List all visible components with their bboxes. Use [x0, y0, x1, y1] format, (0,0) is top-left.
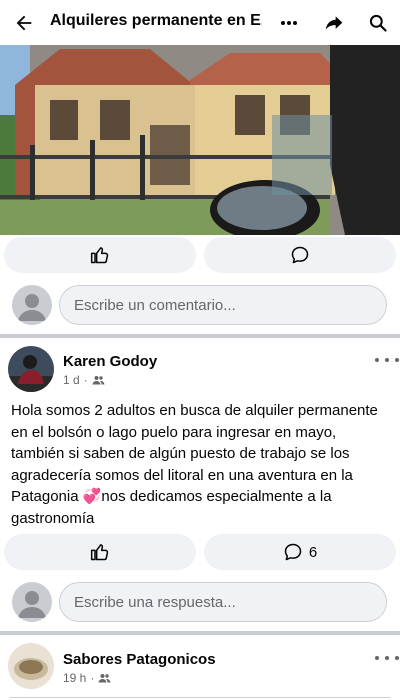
group-audience-icon: [98, 674, 111, 683]
page-avatar[interactable]: [8, 643, 54, 689]
post-photo[interactable]: [0, 45, 400, 235]
share-icon: [325, 15, 343, 30]
thumbs-up-icon: [90, 247, 109, 264]
section-divider: [0, 334, 400, 338]
post-meta: 1 d ·: [63, 373, 105, 387]
more-dot-icon: [395, 358, 399, 362]
user-avatar[interactable]: [12, 285, 52, 325]
more-dot-icon: [395, 656, 399, 660]
more-options-button[interactable]: [276, 0, 302, 45]
author-name[interactable]: Karen Godoy: [63, 353, 157, 370]
like-button[interactable]: [4, 534, 196, 570]
comment-button[interactable]: [204, 237, 396, 273]
person-icon: [18, 294, 46, 321]
speech-bubble-icon: [291, 246, 309, 264]
page-name[interactable]: Sabores Patagonicos: [63, 651, 216, 668]
author-avatar[interactable]: [8, 346, 54, 392]
post-more-button[interactable]: [375, 652, 399, 664]
author-photo: [8, 346, 54, 392]
page-title: Alquileres permanente en E...: [50, 12, 262, 29]
post-meta: 19 h ·: [63, 671, 111, 685]
like-button[interactable]: [4, 237, 196, 273]
person-icon: [18, 591, 46, 618]
user-avatar[interactable]: [12, 582, 52, 622]
meta-separator: ·: [90, 671, 95, 685]
top-bar: Alquileres permanente en E...: [0, 0, 400, 45]
group-audience-icon: [92, 376, 105, 385]
search-icon: [369, 14, 387, 32]
more-dot-icon: [375, 358, 379, 362]
more-dot-icon: [375, 656, 379, 660]
back-button[interactable]: [8, 0, 40, 45]
search-button[interactable]: [364, 0, 392, 45]
house-photo-illustration: [0, 45, 400, 235]
more-dot-icon: [385, 358, 389, 362]
more-dot-icon: [385, 656, 389, 660]
post-body: Hola somos 2 adultos en busca de alquile…: [11, 402, 378, 527]
comment-count: 6: [308, 543, 318, 561]
more-icon: [281, 20, 297, 25]
share-button[interactable]: [320, 0, 348, 45]
post-time: 1 d: [63, 373, 80, 387]
back-arrow-icon: [16, 15, 32, 30]
thumbs-up-icon: [90, 544, 109, 561]
post-more-button[interactable]: [375, 354, 399, 366]
page-photo: [8, 643, 54, 689]
comments-button[interactable]: 6: [204, 534, 396, 570]
meta-separator: ·: [83, 373, 88, 387]
reply-input[interactable]: Escribe una respuesta...: [59, 582, 387, 622]
comment-input[interactable]: Escribe un comentario...: [59, 285, 387, 325]
post-time: 19 h: [63, 671, 87, 685]
section-divider: [0, 631, 400, 635]
speech-bubble-icon: [284, 543, 302, 561]
